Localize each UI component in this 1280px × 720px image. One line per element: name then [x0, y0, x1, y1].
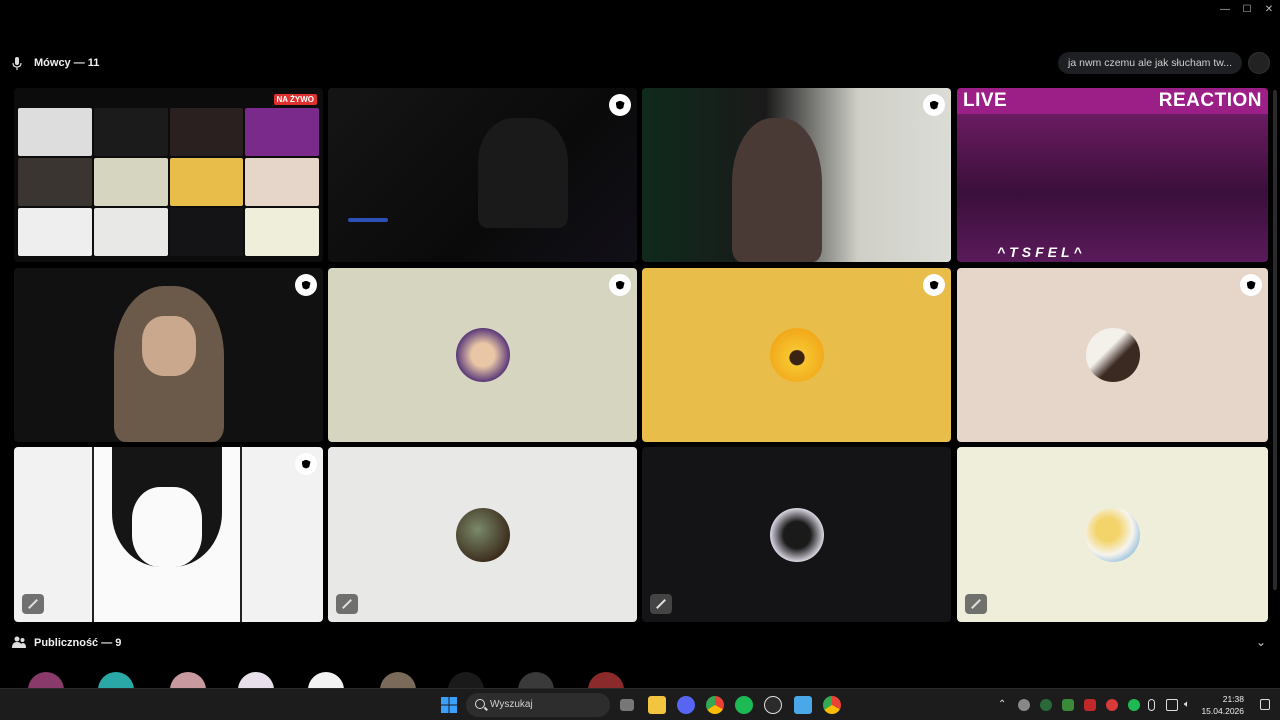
muted-icon	[22, 594, 44, 614]
moderator-icon	[923, 94, 945, 116]
participant-face	[142, 316, 196, 376]
notification-icon[interactable]	[1260, 699, 1270, 710]
avatar-tile[interactable]	[642, 447, 951, 622]
audience-avatar[interactable]	[588, 672, 624, 688]
speaker-grid: NA ŻYWO LIVE REACTION ^TSFEL^	[14, 88, 1268, 622]
participant-silhouette	[732, 118, 822, 262]
task-view-icon[interactable]	[620, 699, 634, 711]
audience-avatar[interactable]	[170, 672, 206, 688]
windows-start-icon[interactable]	[440, 696, 458, 714]
chevron-down-icon[interactable]: ⌄	[1256, 635, 1266, 649]
participant-avatar	[455, 507, 510, 562]
participant-avatar	[1085, 507, 1140, 562]
moderator-icon	[609, 274, 631, 296]
stage-topic[interactable]: ja nwm czemu ale jak słucham tw...	[1058, 52, 1242, 74]
manga-face	[132, 487, 202, 567]
participant-avatar	[769, 507, 824, 562]
audience-avatar[interactable]	[448, 672, 484, 688]
taskbar: Wyszukaj ⌃ 🔈︎ 21:38 15.04.2026	[0, 688, 1280, 720]
avatar-tile[interactable]	[328, 447, 637, 622]
avatar-tile[interactable]	[328, 268, 637, 442]
search-icon	[475, 699, 485, 709]
tray-app-icon[interactable]	[1062, 699, 1074, 711]
avatar-tile[interactable]	[642, 268, 951, 442]
audience-avatar[interactable]	[238, 672, 274, 688]
tray-chevron-up-icon[interactable]: ⌃	[998, 699, 1010, 711]
moderator-icon	[295, 274, 317, 296]
notepad-icon[interactable]	[794, 696, 812, 714]
muted-icon	[650, 594, 672, 614]
banner-tsfel-text: ^TSFEL^	[997, 244, 1086, 260]
speakers-count: Mówcy — 11	[34, 57, 100, 69]
moderator-icon	[295, 453, 317, 475]
video-tile[interactable]	[328, 88, 637, 262]
volume-icon[interactable]: 🔈︎	[1184, 699, 1196, 711]
avatar-tile[interactable]	[957, 268, 1268, 442]
stage-header: Mówcy — 11 ja nwm czemu ale jak słucham …	[0, 52, 1280, 76]
chrome-active-icon[interactable]	[823, 696, 841, 714]
chrome-icon[interactable]	[706, 696, 724, 714]
minimize-icon[interactable]: —	[1214, 0, 1236, 18]
tray-spotify-icon[interactable]	[1128, 699, 1140, 711]
participant-silhouette	[478, 118, 568, 228]
file-explorer-icon[interactable]	[648, 696, 666, 714]
microphone-icon	[12, 57, 22, 70]
muted-icon	[965, 594, 987, 614]
banner-live-text: LIVE	[963, 90, 1008, 111]
maximize-icon[interactable]: ☐	[1236, 0, 1258, 18]
user-avatar[interactable]	[1248, 52, 1270, 74]
keyboard-light	[348, 218, 388, 222]
video-tile[interactable]	[14, 268, 323, 442]
audience-count: Publiczność — 9	[34, 637, 122, 649]
audience-header[interactable]: Publiczność — 9 ⌄	[0, 632, 1280, 654]
audience-avatar[interactable]	[518, 672, 554, 688]
participant-avatar	[455, 328, 510, 382]
audience-list	[28, 672, 668, 688]
tray-microphone-icon[interactable]	[1148, 699, 1155, 711]
scrollbar[interactable]	[1272, 80, 1278, 600]
video-tile[interactable]	[14, 447, 323, 622]
participant-avatar	[1085, 328, 1140, 382]
taskbar-search[interactable]: Wyszukaj	[466, 693, 610, 717]
video-tile[interactable]	[642, 88, 951, 262]
tray-app-icon[interactable]	[1040, 699, 1052, 711]
moderator-icon	[1240, 274, 1262, 296]
participant-avatar	[769, 328, 824, 382]
clock[interactable]: 21:38 15.04.2026	[1201, 693, 1244, 717]
moderator-icon	[609, 94, 631, 116]
clock-date: 15.04.2026	[1201, 706, 1244, 716]
tray-app-icon[interactable]	[1106, 699, 1118, 711]
tray-app-icon[interactable]	[1084, 699, 1096, 711]
audience-icon	[12, 636, 26, 648]
screen-share-preview	[18, 108, 319, 256]
spotify-icon[interactable]	[735, 696, 753, 714]
obs-icon[interactable]	[764, 696, 782, 714]
stream-banner: LIVE REACTION	[957, 88, 1268, 114]
screen-share-tile[interactable]: NA ŻYWO	[14, 88, 323, 262]
discord-icon[interactable]	[677, 696, 695, 714]
audience-avatar[interactable]	[98, 672, 134, 688]
muted-icon	[336, 594, 358, 614]
live-badge: NA ŻYWO	[273, 94, 317, 105]
clock-time: 21:38	[1222, 694, 1244, 704]
system-tray: ⌃ 🔈︎ 21:38 15.04.2026	[994, 689, 1274, 720]
stream-tile[interactable]: LIVE REACTION ^TSFEL^	[957, 88, 1268, 262]
audience-avatar[interactable]	[28, 672, 64, 688]
audience-avatar[interactable]	[380, 672, 416, 688]
avatar-tile[interactable]	[957, 447, 1268, 622]
search-placeholder: Wyszukaj	[490, 699, 533, 710]
tray-app-icon[interactable]	[1018, 699, 1030, 711]
audience-avatar[interactable]	[308, 672, 344, 688]
network-icon[interactable]	[1166, 699, 1178, 711]
window-controls: — ☐ ✕	[1214, 0, 1280, 18]
moderator-icon	[923, 274, 945, 296]
banner-reaction-text: REACTION	[1158, 90, 1262, 111]
close-icon[interactable]: ✕	[1258, 0, 1280, 18]
